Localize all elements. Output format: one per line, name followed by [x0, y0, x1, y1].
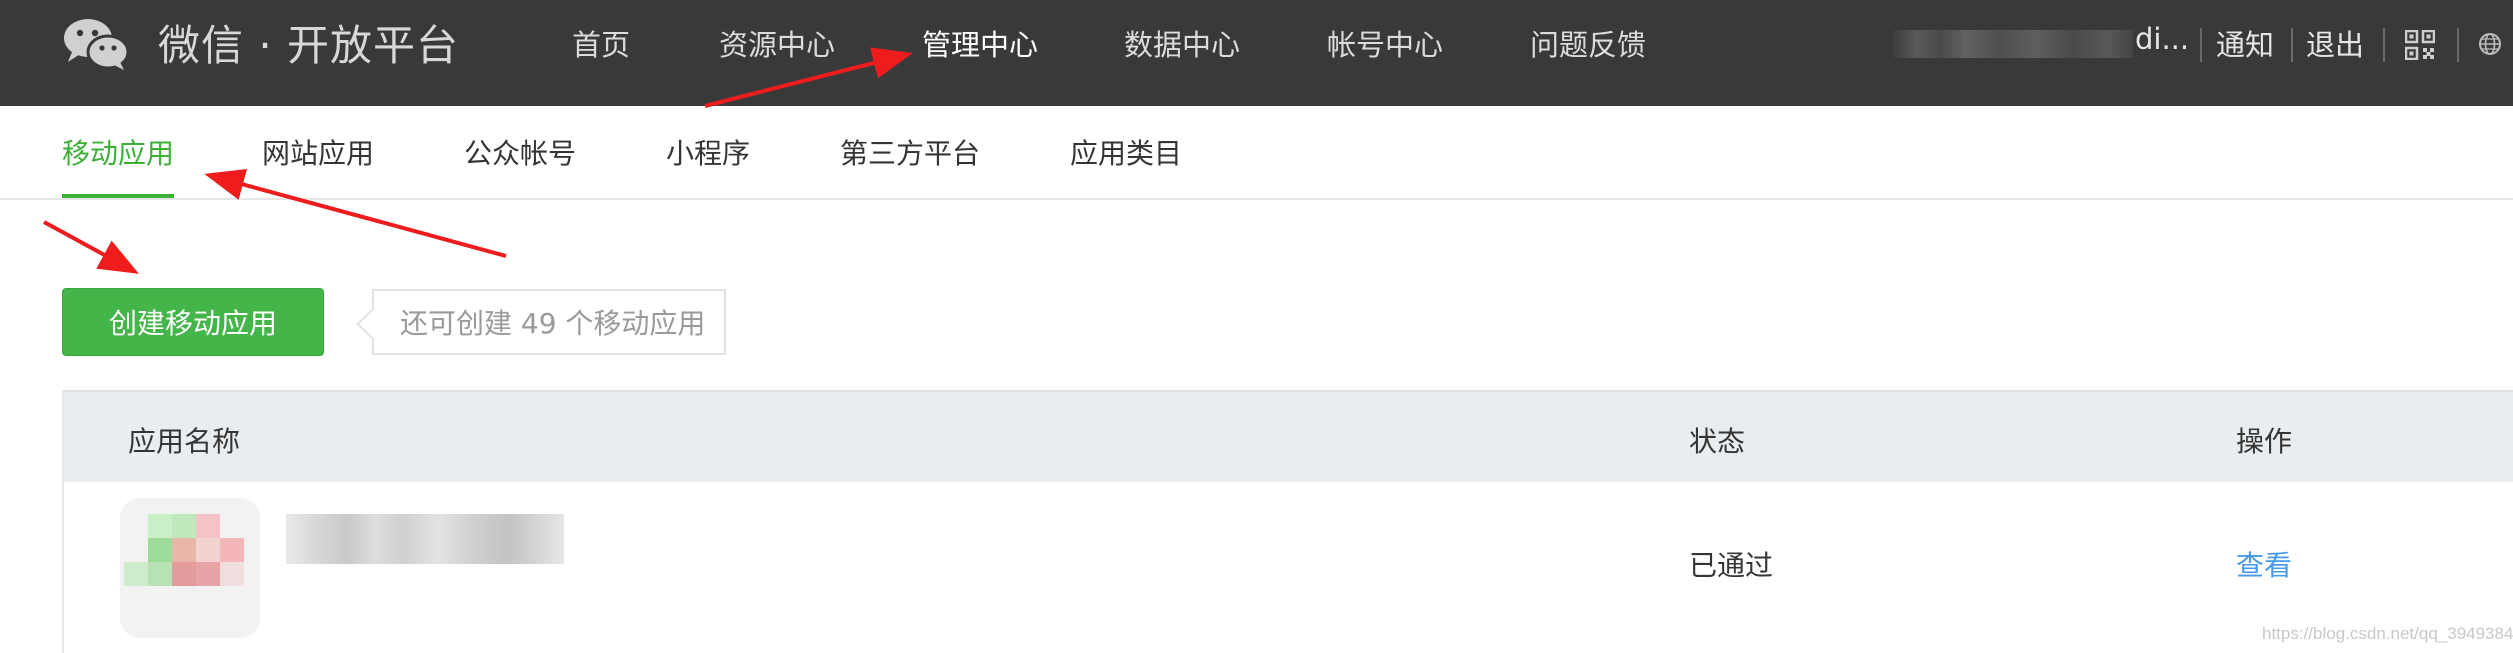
tab-third-party-platform[interactable]: 第三方平台 [840, 132, 980, 172]
tab-official-accounts[interactable]: 公众帐号 [464, 132, 576, 172]
tab-mini-programs[interactable]: 小程序 [666, 132, 750, 172]
tab-website-apps[interactable]: 网站应用 [262, 132, 374, 172]
platform-title: 微信 · 开放平台 [158, 21, 460, 70]
nav-account[interactable]: 帐号中心 [1327, 22, 1443, 64]
app-icon-redacted [120, 498, 260, 638]
divider [2200, 28, 2202, 62]
tab-app-categories[interactable]: 应用类目 [1070, 132, 1182, 172]
watermark: https://blog.csdn.net/qq_39493848 [2262, 624, 2513, 643]
column-header-app-name: 应用名称 [128, 425, 241, 458]
user-name[interactable]: di... [2135, 22, 2189, 56]
nav-resources[interactable]: 资源中心 [719, 22, 835, 64]
tab-mobile-apps[interactable]: 移动应用 [62, 132, 174, 172]
notify-link[interactable]: 通知 [2216, 22, 2274, 64]
nav-management[interactable]: 管理中心 [922, 22, 1038, 64]
nav-feedback[interactable]: 问题反馈 [1530, 22, 1646, 64]
nav-home[interactable]: 首页 [572, 22, 630, 64]
user-name-redacted [1893, 30, 2133, 58]
status-badge: 已通过 [1689, 549, 1774, 582]
active-tab-indicator [62, 194, 174, 198]
divider [2383, 28, 2385, 62]
column-header-operations: 操作 [2236, 425, 2293, 458]
logout-link[interactable]: 退出 [2306, 22, 2364, 64]
app-table: 应用名称 状态 操作 已通过 查看 [62, 390, 2513, 653]
globe-icon[interactable] [2478, 32, 2502, 56]
create-mobile-app-button[interactable]: 创建移动应用 [62, 288, 324, 356]
divider [2291, 28, 2293, 62]
quota-text: 还可创建 49 个移动应用 [400, 307, 706, 340]
top-navigation-bar: 微信 · 开放平台 首页 资源中心 管理中心 数据中心 帐号中心 问题反馈 di… [0, 0, 2513, 106]
column-header-status: 状态 [1689, 425, 1746, 458]
table-header: 应用名称 状态 操作 [64, 390, 2513, 482]
arrow-to-create-button [43, 220, 140, 274]
quota-tip: 还可创建 49 个移动应用 [372, 289, 726, 355]
divider [2457, 28, 2459, 62]
view-link[interactable]: 查看 [2236, 544, 2292, 584]
wechat-logo-icon[interactable] [62, 16, 130, 70]
sub-navigation: 移动应用 网站应用 公众帐号 小程序 第三方平台 应用类目 [0, 106, 2513, 200]
app-name-redacted [286, 514, 564, 564]
table-row: 已通过 查看 [64, 482, 2513, 653]
nav-data[interactable]: 数据中心 [1124, 22, 1240, 64]
qrcode-icon[interactable] [2405, 30, 2435, 60]
